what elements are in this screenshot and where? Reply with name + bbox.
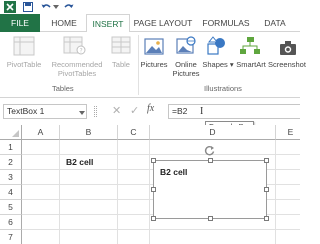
- quick-access-toolbar: [0, 0, 300, 14]
- pictures-icon: [144, 38, 164, 58]
- ribbon: PivotTable ? Recommended PivotTables Tab…: [0, 32, 306, 98]
- excel-icon: [3, 1, 16, 13]
- smartart-button[interactable]: SmartArt: [233, 60, 269, 69]
- online-pictures-icon: [176, 36, 196, 58]
- resize-handle-left[interactable]: [151, 187, 156, 192]
- name-box[interactable]: TextBox 1: [3, 104, 87, 119]
- shapes-button[interactable]: Shapes ▾: [202, 60, 234, 69]
- row-header-3[interactable]: 3: [0, 170, 22, 185]
- pictures-label: Pictures: [140, 60, 168, 69]
- online-pictures-label-2: Pictures: [172, 69, 200, 78]
- recommended-pivottables-icon: ?: [63, 36, 87, 58]
- formula-bar-grip[interactable]: [94, 106, 97, 117]
- column-header-d[interactable]: D: [150, 125, 276, 140]
- svg-text:?: ?: [80, 48, 83, 55]
- resize-handle-top[interactable]: [208, 158, 213, 163]
- column-header-c[interactable]: C: [118, 125, 150, 140]
- smartart-icon: [239, 36, 261, 58]
- formula-input[interactable]: =B2: [168, 104, 300, 119]
- name-box-chevron-down-icon[interactable]: [79, 108, 85, 117]
- gridline: [275, 140, 276, 244]
- screenshot-label: Screenshot: [268, 60, 306, 69]
- pivottable-icon: [13, 36, 35, 58]
- table-icon: [111, 36, 131, 58]
- resize-handle-right[interactable]: [264, 187, 269, 192]
- cancel-icon[interactable]: ✕: [112, 104, 121, 117]
- gridline: [59, 140, 60, 244]
- insert-function-icon[interactable]: fx: [147, 103, 154, 114]
- tab-insert[interactable]: INSERT: [86, 14, 130, 33]
- row-header-1[interactable]: 1: [0, 140, 22, 155]
- illustrations-group-label: Illustrations: [204, 84, 242, 93]
- table-button[interactable]: Table: [106, 60, 136, 69]
- screenshot-icon: [279, 40, 297, 58]
- tables-group-label: Tables: [52, 84, 74, 93]
- shapes-label: Shapes: [202, 60, 228, 69]
- recommended-label-1: Recommended: [51, 60, 103, 69]
- enter-check-icon[interactable]: ✓: [130, 104, 139, 117]
- column-header-e[interactable]: E: [276, 125, 300, 140]
- table-label: Table: [112, 60, 130, 69]
- textbox-text: B2 cell: [160, 167, 188, 177]
- rotate-handle-icon[interactable]: [204, 145, 215, 158]
- chevron-down-icon[interactable]: [52, 1, 59, 13]
- recommended-label-2: PivotTables: [57, 69, 97, 78]
- row-header-5[interactable]: 5: [0, 200, 22, 215]
- screenshot-button[interactable]: Screenshot: [268, 60, 308, 69]
- row-header-6[interactable]: 6: [0, 215, 22, 230]
- gridline: [22, 229, 300, 230]
- text-cursor-icon: I: [200, 106, 204, 117]
- resize-handle-top-left[interactable]: [151, 158, 156, 163]
- column-header-a[interactable]: A: [22, 125, 60, 140]
- tab-formulas[interactable]: FORMULAS: [198, 14, 254, 32]
- gridline: [117, 140, 118, 244]
- tab-home[interactable]: HOME: [44, 14, 84, 32]
- ribbon-tabs: FILE HOME INSERT PAGE LAYOUT FORMULAS DA…: [0, 14, 300, 33]
- select-all-button[interactable]: [0, 125, 22, 140]
- online-pictures-label-1: Online: [175, 60, 197, 69]
- resize-handle-bottom[interactable]: [208, 216, 213, 221]
- shapes-icon: [207, 36, 227, 58]
- gridline: [22, 154, 300, 155]
- formula-bar-area: TextBox 1 ✕ ✓ fx =B2 I: [0, 100, 300, 122]
- cell-b2[interactable]: B2 cell: [66, 157, 93, 167]
- pivottable-label: PivotTable: [6, 60, 42, 69]
- online-pictures-button[interactable]: Online Pictures: [169, 60, 203, 78]
- undo-icon[interactable]: [40, 1, 52, 13]
- gridline: [149, 140, 150, 244]
- smartart-label: SmartArt: [236, 60, 266, 69]
- tab-data[interactable]: DATA: [258, 14, 292, 32]
- pictures-button[interactable]: Pictures: [139, 60, 169, 69]
- redo-icon[interactable]: [62, 1, 74, 13]
- resize-handle-bottom-right[interactable]: [264, 216, 269, 221]
- row-header-7[interactable]: 7: [0, 230, 22, 244]
- save-icon[interactable]: [22, 1, 34, 13]
- tab-file[interactable]: FILE: [0, 14, 40, 32]
- row-header-4[interactable]: 4: [0, 185, 22, 200]
- resize-handle-bottom-left[interactable]: [151, 216, 156, 221]
- column-header-b[interactable]: B: [60, 125, 118, 140]
- textbox-shape[interactable]: B2 cell: [153, 160, 267, 219]
- recommended-pivottables-button[interactable]: Recommended PivotTables: [48, 60, 106, 78]
- row-header-2[interactable]: 2: [0, 155, 22, 170]
- tab-page-layout[interactable]: PAGE LAYOUT: [132, 14, 194, 32]
- pivottable-button[interactable]: PivotTable: [2, 60, 46, 69]
- resize-handle-top-right[interactable]: [264, 158, 269, 163]
